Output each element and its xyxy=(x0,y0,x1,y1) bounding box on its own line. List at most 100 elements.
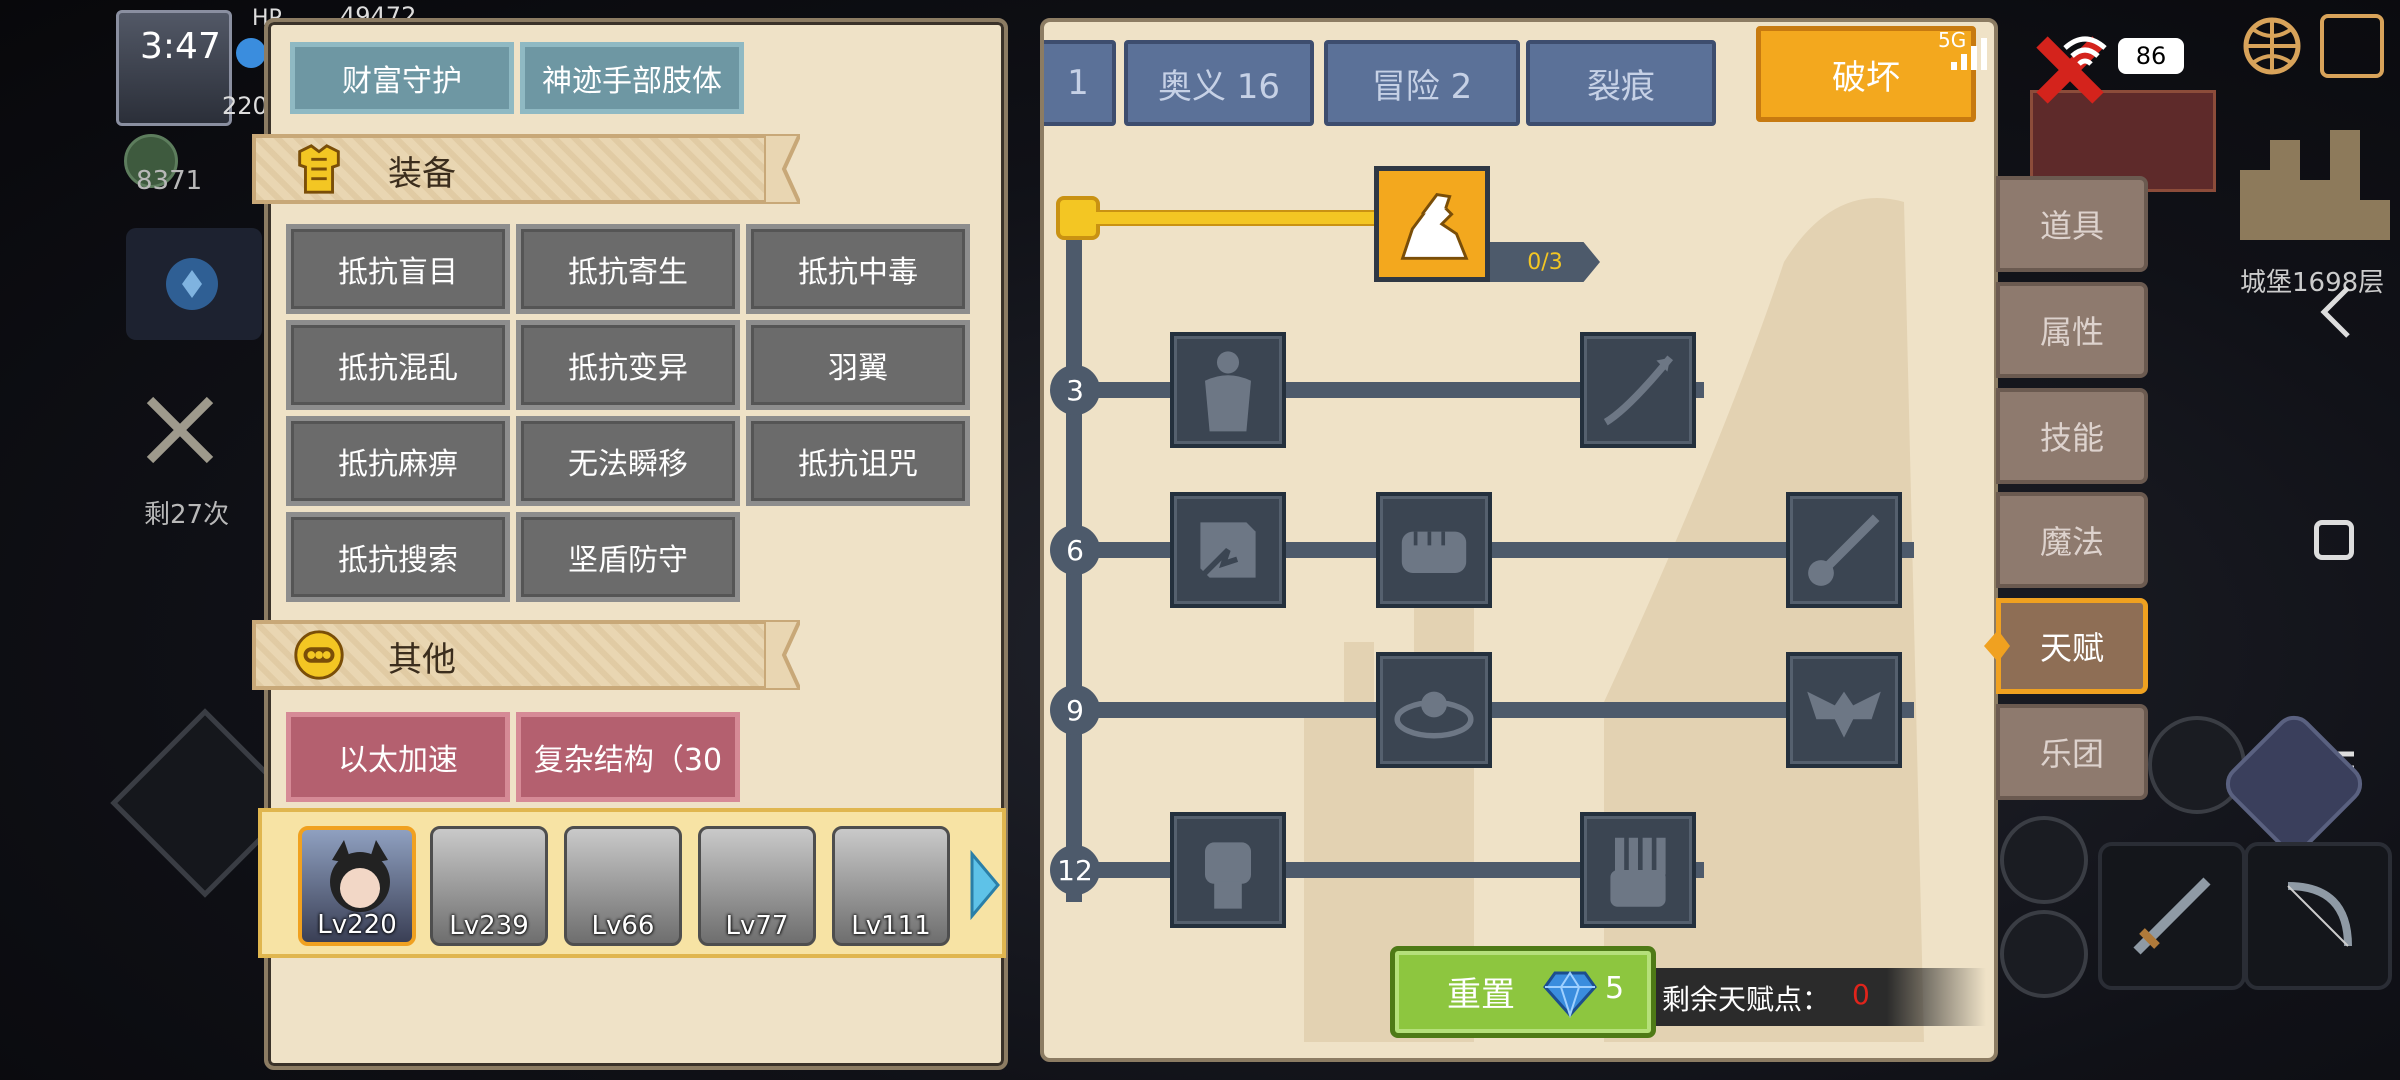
character-slot[interactable]: Lv111 xyxy=(832,826,950,946)
equip-button[interactable]: 抵抗中毒 xyxy=(746,224,970,314)
talent-node[interactable] xyxy=(1580,812,1696,928)
sword-icon xyxy=(2133,877,2211,955)
skill-button[interactable]: 神迹手部肢体 xyxy=(520,42,744,114)
tab-adventure[interactable]: 冒险 2 xyxy=(1324,40,1520,126)
sword-slot[interactable] xyxy=(2098,842,2246,990)
equip-button[interactable]: 羽翼 xyxy=(746,320,970,410)
points-display: 剩余天赋点： 0 xyxy=(1656,968,1986,1026)
search-button[interactable] xyxy=(2000,816,2088,904)
character-selector: Lv220 Lv239 Lv66 Lv77 Lv111 xyxy=(258,808,1006,958)
castle-floor: 城堡1698层 xyxy=(2240,268,2385,298)
swords-icon[interactable] xyxy=(140,390,220,470)
side-tab-magic[interactable]: 魔法 xyxy=(1996,492,2148,588)
active-marker-icon xyxy=(1984,630,2010,662)
signal-icon xyxy=(1951,38,1987,70)
remaining-count: 剩27次 xyxy=(144,500,230,530)
side-tab-items[interactable]: 道具 xyxy=(1996,176,2148,272)
side-tab-band[interactable]: 乐团 xyxy=(1996,704,2148,800)
talent-node[interactable] xyxy=(1786,492,1902,608)
bat-icon xyxy=(1807,691,1881,738)
character-level: Lv77 xyxy=(725,911,789,941)
tab-mystery[interactable]: 奥义 16 xyxy=(1124,40,1314,126)
more-icon xyxy=(294,630,344,680)
other-title: 其他 xyxy=(388,640,456,680)
tree-root xyxy=(1056,196,1100,240)
side-tab-skills[interactable]: 技能 xyxy=(1996,388,2148,484)
talent-node[interactable] xyxy=(1376,652,1492,768)
minimap[interactable] xyxy=(2240,120,2390,240)
character-slot[interactable]: Lv77 xyxy=(698,826,816,946)
equip-button[interactable]: 抵抗盲目 xyxy=(286,224,510,314)
level-marker: 12 xyxy=(1050,845,1100,895)
talent-tree-panel: 1 奥义 16 冒险 2 裂痕 破坏 0/3 3 6 9 12 重置 5 剩余天… xyxy=(1040,18,1998,1062)
bow-slot[interactable] xyxy=(2244,842,2392,990)
diamond-icon xyxy=(1543,971,1597,1019)
character-level: Lv220 xyxy=(317,910,397,940)
side-tab-attributes[interactable]: 属性 xyxy=(1996,282,2148,378)
equip-button[interactable]: 坚盾防守 xyxy=(516,512,740,602)
points-value: 0 xyxy=(1852,978,1870,1011)
node-progress: 0/3 xyxy=(1490,242,1600,282)
equip-button[interactable]: 抵抗混乱 xyxy=(286,320,510,410)
player-level: 220 xyxy=(222,92,268,120)
talent-node[interactable] xyxy=(1376,492,1492,608)
level-marker: 3 xyxy=(1050,365,1100,415)
character-level: Lv66 xyxy=(591,911,655,941)
clock: 3:47 xyxy=(140,26,221,67)
grip-icon xyxy=(1610,837,1666,907)
talent-node[interactable] xyxy=(1786,652,1902,768)
fist-icon xyxy=(1401,531,1467,573)
equip-button[interactable]: 抵抗麻痹 xyxy=(286,416,510,506)
talent-node[interactable] xyxy=(1580,332,1696,448)
armor-icon xyxy=(298,144,340,194)
character-slot[interactable]: Lv220 xyxy=(298,826,416,946)
skill-button[interactable]: 财富守护 xyxy=(290,42,514,114)
other-button[interactable]: 复杂结构（30 xyxy=(516,712,740,802)
shield-break-icon xyxy=(1189,522,1256,589)
character-slot[interactable]: Lv66 xyxy=(564,826,682,946)
equip-button[interactable]: 无法瞬移 xyxy=(516,416,740,506)
talent-node[interactable] xyxy=(1170,812,1286,928)
book-button[interactable] xyxy=(2000,910,2088,998)
equip-button[interactable]: 抵抗诅咒 xyxy=(746,416,970,506)
globe-icon[interactable] xyxy=(2240,14,2304,78)
other-section-header: 其他 xyxy=(252,620,800,690)
next-arrow-icon[interactable] xyxy=(968,850,1002,920)
equip-button[interactable]: 抵抗寄生 xyxy=(516,224,740,314)
back-icon[interactable] xyxy=(2316,282,2356,342)
wifi-icon xyxy=(2063,36,2107,66)
points-label: 剩余天赋点： xyxy=(1662,983,1831,1016)
notification-icon xyxy=(236,38,266,68)
score-value: 8371 xyxy=(136,166,203,196)
arrow-icon xyxy=(1603,355,1674,426)
splash-icon xyxy=(1808,514,1880,586)
other-button[interactable]: 以太加速 xyxy=(286,712,510,802)
equipment-title: 装备 xyxy=(388,154,456,194)
talent-node-active[interactable] xyxy=(1374,166,1490,282)
ripple-icon xyxy=(1394,691,1474,739)
character-slot[interactable]: Lv239 xyxy=(430,826,548,946)
square-icon[interactable] xyxy=(2314,520,2354,560)
side-tab-talent[interactable]: 天赋 xyxy=(1996,598,2148,694)
character-level: Lv111 xyxy=(851,911,931,941)
tab-rift[interactable]: 裂痕 xyxy=(1526,40,1716,126)
leaf-badge-icon[interactable] xyxy=(126,228,262,340)
exit-icon[interactable] xyxy=(2320,14,2384,78)
armwrestle-icon xyxy=(1400,193,1469,260)
bow-icon xyxy=(2287,882,2352,947)
raised-fist-icon xyxy=(1205,842,1251,909)
talent-node[interactable] xyxy=(1170,332,1286,448)
level-marker: 9 xyxy=(1050,685,1100,735)
swap-button[interactable] xyxy=(2148,716,2246,814)
battery-icon: 86 xyxy=(2118,38,2184,74)
reset-cost: 5 xyxy=(1605,971,1625,1006)
reset-button[interactable]: 重置 5 xyxy=(1390,946,1656,1038)
character-level: Lv239 xyxy=(449,911,529,941)
level-marker: 6 xyxy=(1050,525,1100,575)
tab-1[interactable]: 1 xyxy=(1044,40,1116,126)
equip-button[interactable]: 抵抗变异 xyxy=(516,320,740,410)
talent-node[interactable] xyxy=(1170,492,1286,608)
equipment-section-header: 装备 xyxy=(252,134,800,204)
reset-label: 重置 xyxy=(1447,975,1515,1015)
equip-button[interactable]: 抵抗搜索 xyxy=(286,512,510,602)
